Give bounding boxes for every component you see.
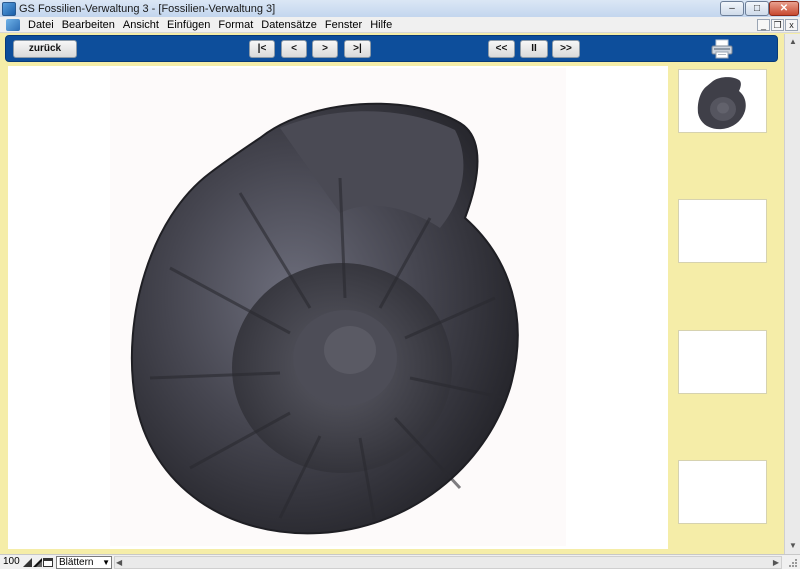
app-icon xyxy=(2,1,16,16)
scroll-up-icon[interactable]: ▲ xyxy=(786,35,800,49)
menu-datei[interactable]: Datei xyxy=(24,17,58,33)
menu-ansicht[interactable]: Ansicht xyxy=(119,17,163,33)
printer-icon[interactable] xyxy=(711,39,733,59)
forward-slideshow-button[interactable]: >> xyxy=(552,40,580,58)
chevron-down-icon: ▼ xyxy=(102,558,110,567)
vertical-scrollbar[interactable]: ▲ ▼ xyxy=(784,34,800,554)
ammonite-fossil-image xyxy=(110,68,566,546)
status-bar: 100 Blättern ▼ ◀ ▶ xyxy=(0,554,800,569)
zoom-out-icon[interactable] xyxy=(23,558,32,567)
image-viewer xyxy=(8,66,668,549)
ammonite-thumbnail-image xyxy=(697,77,746,130)
last-record-button[interactable]: >| xyxy=(344,40,371,58)
form-view-icon[interactable] xyxy=(43,558,53,567)
window-title: GS Fossilien-Verwaltung 3 - [Fossilien-V… xyxy=(19,2,276,15)
next-record-button[interactable]: > xyxy=(312,40,338,58)
menu-bar: Datei Bearbeiten Ansicht Einfügen Format… xyxy=(0,17,800,33)
title-bar: GS Fossilien-Verwaltung 3 - [Fossilien-V… xyxy=(0,0,800,17)
window-minimize-button[interactable]: – xyxy=(720,1,744,16)
document-minimize-button[interactable]: _ xyxy=(757,19,770,31)
menu-einfuegen[interactable]: Einfügen xyxy=(163,17,214,33)
thumbnail-4[interactable] xyxy=(678,460,767,524)
resize-grip-icon[interactable] xyxy=(787,557,798,568)
document-restore-button[interactable]: ❐ xyxy=(771,19,784,31)
thumbnail-2[interactable] xyxy=(678,199,767,263)
pause-slideshow-button[interactable]: II xyxy=(520,40,548,58)
application-window: GS Fossilien-Verwaltung 3 - [Fossilien-V… xyxy=(0,0,800,569)
first-record-button[interactable]: |< xyxy=(249,40,275,58)
navigation-toolbar: zurück |< < > >| << II >> xyxy=(5,35,778,62)
rewind-slideshow-button[interactable]: << xyxy=(488,40,515,58)
back-button[interactable]: zurück xyxy=(13,40,77,58)
zoom-in-icon[interactable] xyxy=(33,558,42,567)
horizontal-scrollbar[interactable]: ◀ ▶ xyxy=(114,556,782,569)
view-mode-value: Blättern xyxy=(59,557,94,568)
menu-bearbeiten[interactable]: Bearbeiten xyxy=(58,17,119,33)
thumbnail-3[interactable] xyxy=(678,330,767,394)
scroll-right-icon[interactable]: ▶ xyxy=(773,557,779,568)
window-close-button[interactable]: ✕ xyxy=(769,1,799,16)
menu-fenster[interactable]: Fenster xyxy=(321,17,366,33)
previous-record-button[interactable]: < xyxy=(281,40,307,58)
document-icon[interactable] xyxy=(6,18,20,31)
menu-format[interactable]: Format xyxy=(214,17,257,33)
menu-datensaetze[interactable]: Datensätze xyxy=(257,17,321,33)
zoom-level: 100 xyxy=(3,556,20,567)
document-close-button[interactable]: x xyxy=(785,19,798,31)
window-maximize-button[interactable]: □ xyxy=(745,1,769,16)
scroll-down-icon[interactable]: ▼ xyxy=(786,539,800,553)
menu-hilfe[interactable]: Hilfe xyxy=(366,17,396,33)
thumbnail-1[interactable] xyxy=(678,69,767,133)
scroll-left-icon[interactable]: ◀ xyxy=(116,557,122,568)
view-mode-select[interactable]: Blättern ▼ xyxy=(56,556,112,569)
